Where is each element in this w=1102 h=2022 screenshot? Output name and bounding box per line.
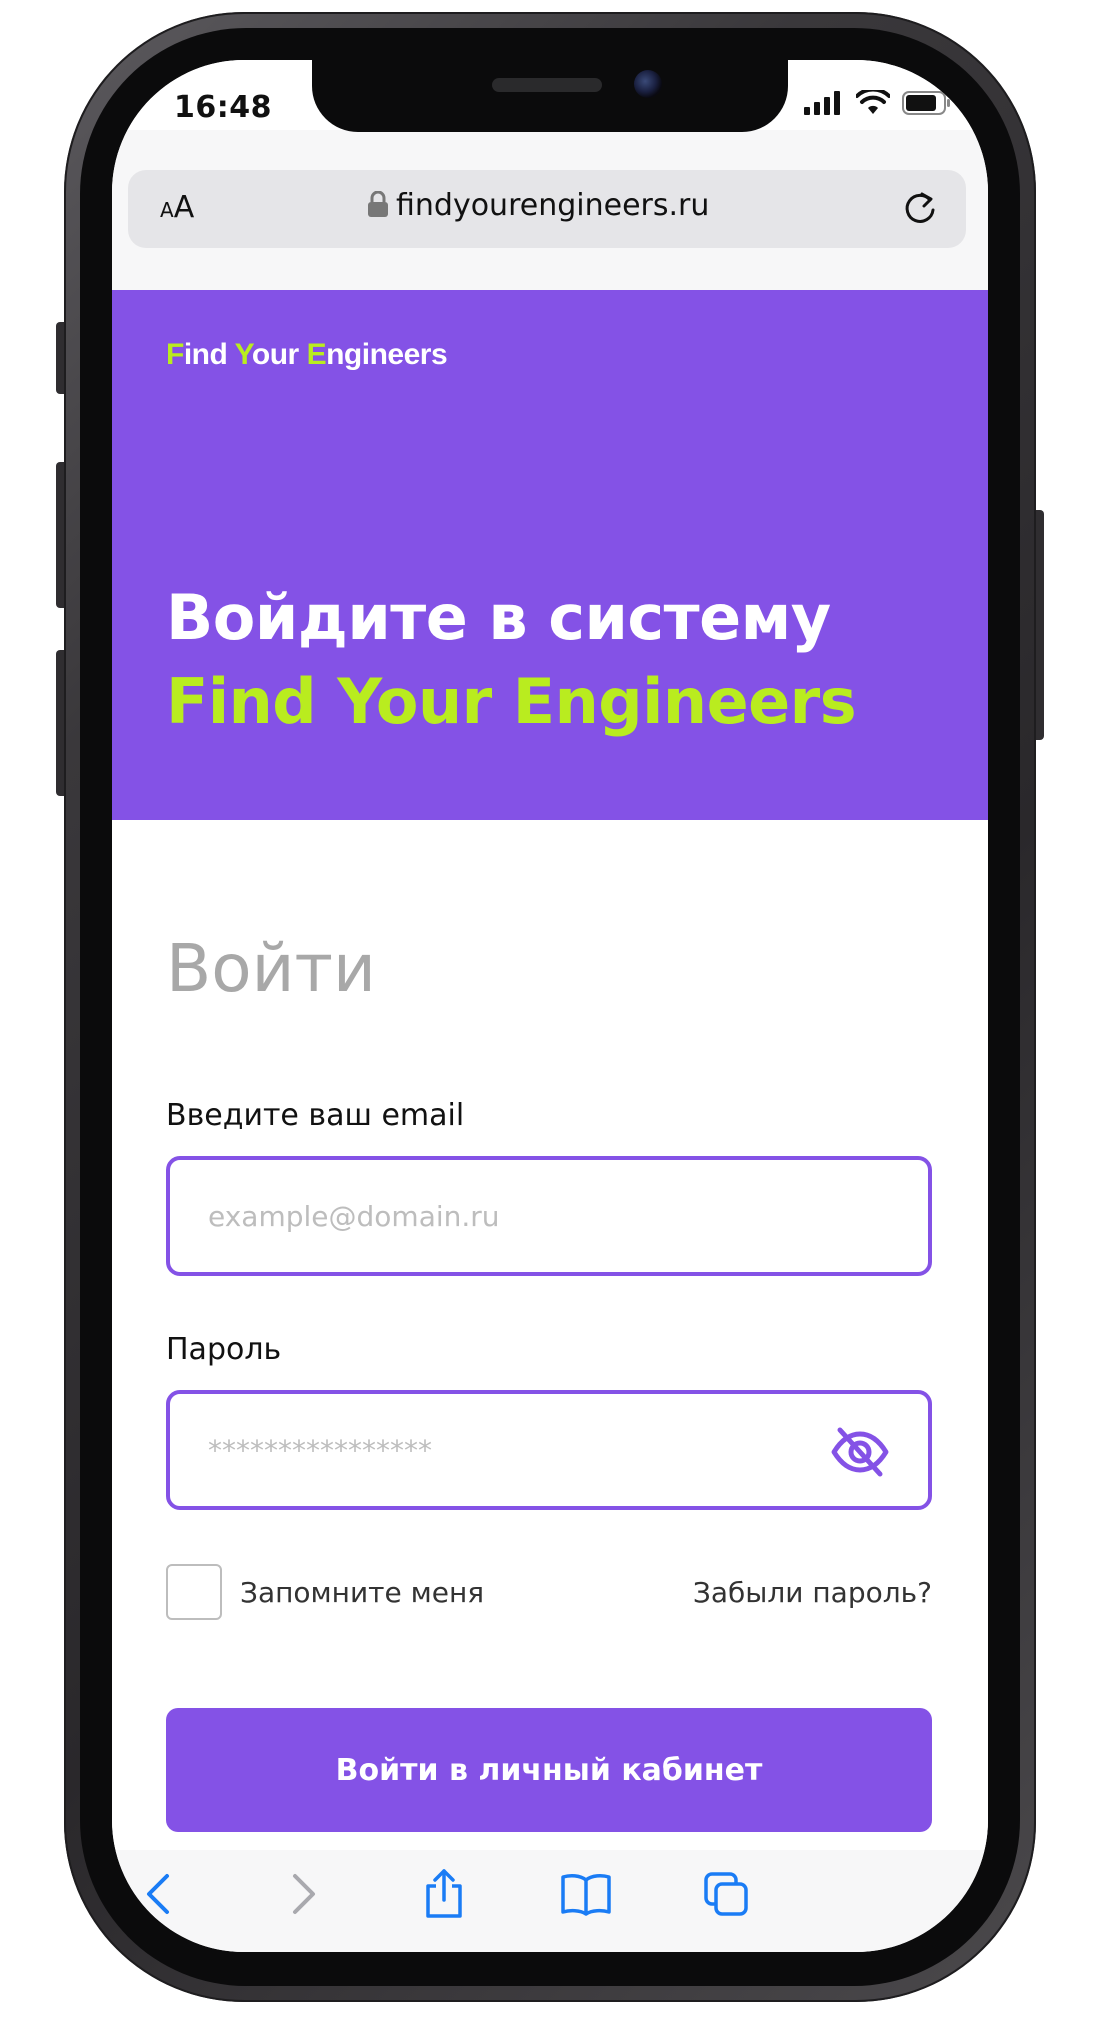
reload-icon[interactable]: [900, 188, 940, 228]
url-display[interactable]: findyourengineers.ru: [368, 188, 709, 223]
login-form: Войти Введите ваш email Пароль Запом: [112, 820, 988, 1850]
front-camera-icon: [634, 70, 662, 98]
phone-screen: 16:48 A A findyourengineers.ru Find Your…: [112, 60, 988, 1952]
email-field-wrapper: [166, 1156, 932, 1276]
wifi-icon: [855, 87, 891, 120]
forgot-password-link[interactable]: Забыли пароль?: [693, 1576, 932, 1609]
form-title: Войти: [166, 930, 376, 1007]
address-bar[interactable]: A A findyourengineers.ru: [128, 170, 966, 248]
text-size-button[interactable]: A A: [160, 190, 194, 225]
text-size-big-glyph: A: [173, 190, 195, 225]
password-field-wrapper: [166, 1390, 932, 1510]
eye-off-icon[interactable]: [830, 1426, 890, 1478]
logo-letter-e: E: [306, 338, 327, 371]
earpiece-speaker: [492, 78, 602, 92]
email-label: Введите ваш email: [166, 1098, 465, 1133]
hero-banner: Find Your Engineers Войдите в систему Fi…: [112, 290, 988, 820]
url-text: findyourengineers.ru: [396, 188, 710, 223]
logo-text-ind: ind: [183, 338, 235, 371]
logo-letter-y: Y: [234, 338, 253, 371]
hero-title-line2: Find Your Engineers: [166, 665, 857, 738]
status-time: 16:48: [174, 90, 272, 125]
cellular-signal-icon: [804, 91, 844, 119]
remember-me: Запомните меня: [166, 1564, 484, 1620]
password-input[interactable]: [206, 1394, 846, 1506]
login-button[interactable]: Войти в личный кабинет: [166, 1708, 932, 1832]
notch: [312, 60, 788, 132]
battery-icon: [902, 90, 952, 120]
tabs-icon[interactable]: [696, 1864, 756, 1924]
logo-letter-f: F: [166, 338, 184, 371]
browser-toolbar: [112, 1850, 988, 1952]
chevron-right-icon[interactable]: [274, 1864, 334, 1924]
logo[interactable]: Find Your Engineers: [166, 338, 448, 372]
remember-me-label[interactable]: Запомните меня: [240, 1576, 484, 1609]
browser-chrome: A A findyourengineers.ru: [112, 130, 988, 290]
logo-text-ngineers: ngineers: [326, 338, 448, 371]
hero-title-line1: Войдите в систему: [166, 581, 831, 654]
password-label: Пароль: [166, 1332, 282, 1367]
text-size-small-glyph: A: [160, 198, 174, 222]
share-icon[interactable]: [414, 1864, 474, 1924]
email-input[interactable]: [206, 1160, 846, 1272]
logo-text-our: our: [251, 338, 307, 371]
lock-icon: [368, 190, 388, 221]
status-icons: [804, 87, 952, 120]
hero-title: Войдите в систему Find Your Engineers: [166, 576, 857, 744]
remember-me-checkbox[interactable]: [166, 1564, 222, 1620]
device-mockup: 16:48 A A findyourengineers.ru Find Your…: [0, 0, 1102, 2022]
chevron-left-icon[interactable]: [128, 1864, 188, 1924]
book-icon[interactable]: [556, 1864, 616, 1924]
